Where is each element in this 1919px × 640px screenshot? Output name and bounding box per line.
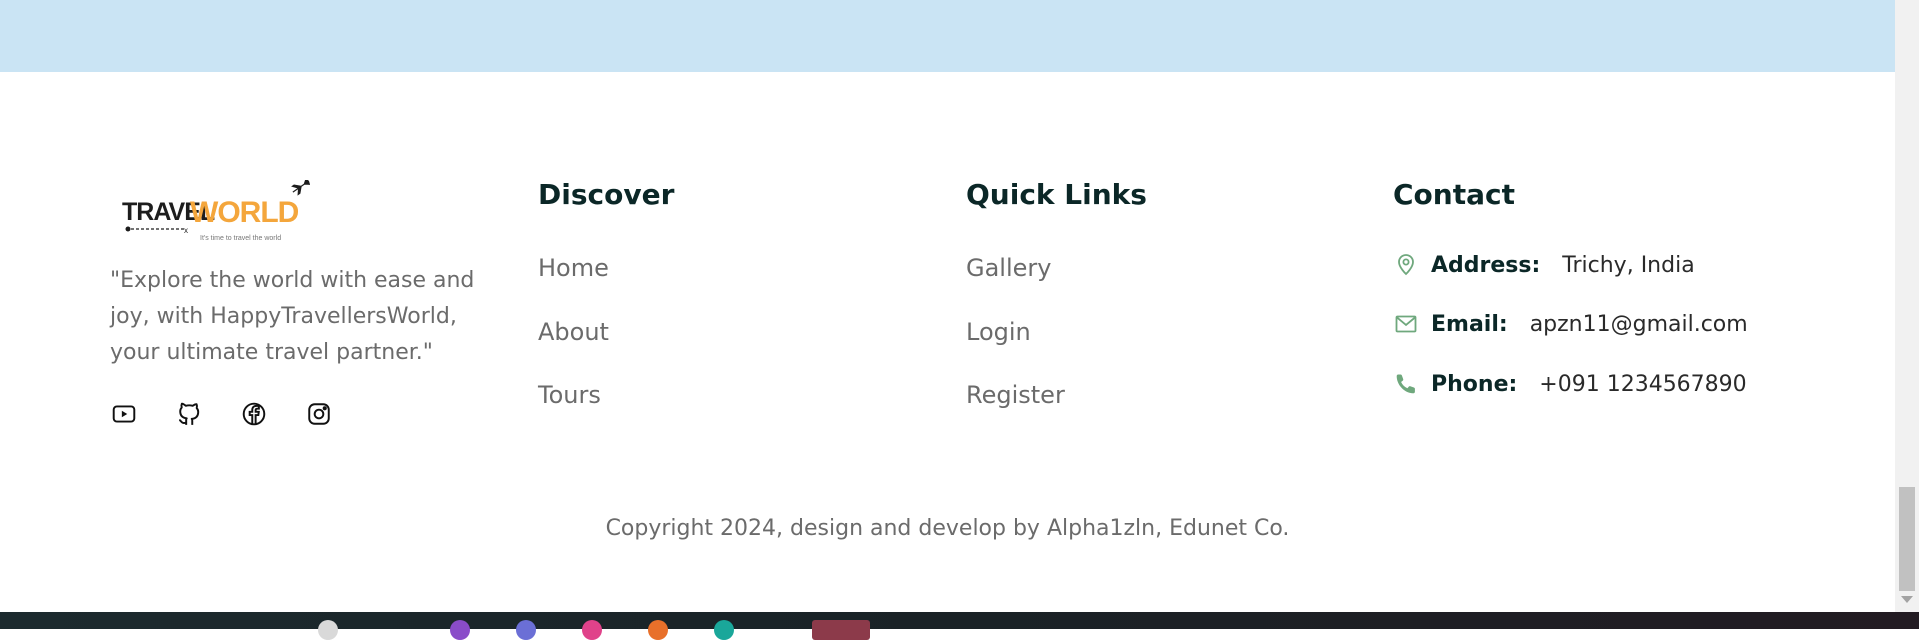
footer-link-tours[interactable]: Tours <box>538 381 601 409</box>
discover-heading: Discover <box>538 178 675 211</box>
taskbar-app-icon[interactable] <box>582 620 602 640</box>
footer-link-gallery[interactable]: Gallery <box>966 254 1051 282</box>
travelworld-logo[interactable]: TRAVEL WORLD x It's time to travel the w… <box>120 178 311 245</box>
map-pin-icon <box>1393 252 1419 278</box>
taskbar-app-icon[interactable] <box>812 620 870 640</box>
taskbar-app-icon[interactable] <box>516 620 536 640</box>
taskbar-app-icon[interactable] <box>648 620 668 640</box>
contact-email-row: Email: apzn11@gmail.com <box>1393 311 1748 337</box>
logo-subtext: It's time to travel the world <box>200 235 281 242</box>
os-taskbar <box>0 612 1919 640</box>
taskbar-app-icon[interactable] <box>450 620 470 640</box>
footer-tagline: "Explore the world with ease and joy, wi… <box>110 268 475 365</box>
page-scrollbar[interactable] <box>1895 0 1919 612</box>
top-section-band <box>0 0 1895 72</box>
phone-value[interactable]: +091 1234567890 <box>1539 372 1746 397</box>
facebook-icon[interactable] <box>240 400 267 427</box>
github-icon[interactable] <box>175 400 202 427</box>
airplane-icon <box>291 178 311 196</box>
scrollbar-thumb[interactable] <box>1899 487 1915 591</box>
address-value: Trichy, India <box>1562 252 1695 278</box>
footer-link-login[interactable]: Login <box>966 318 1031 346</box>
social-links <box>110 400 332 427</box>
quick-links-heading: Quick Links <box>966 178 1147 211</box>
svg-text:x: x <box>184 226 188 235</box>
mail-icon <box>1393 311 1419 337</box>
scroll-down-arrow-icon[interactable] <box>1901 596 1913 603</box>
email-value[interactable]: apzn11@gmail.com <box>1530 312 1748 337</box>
email-label: Email: <box>1431 311 1508 337</box>
address-label: Address: <box>1431 252 1541 278</box>
footer-copyright: Copyright 2024, design and develop by Al… <box>605 516 1290 541</box>
youtube-icon[interactable] <box>110 400 137 427</box>
phone-icon <box>1393 371 1419 397</box>
footer-link-register[interactable]: Register <box>966 381 1065 409</box>
contact-phone-row: Phone: +091 1234567890 <box>1393 371 1747 397</box>
taskbar-app-icon[interactable] <box>714 620 734 640</box>
instagram-icon[interactable] <box>305 400 332 427</box>
footer-link-about[interactable]: About <box>538 318 609 346</box>
footer-link-home[interactable]: Home <box>538 254 609 282</box>
taskbar-app-icon[interactable] <box>318 620 338 640</box>
phone-label: Phone: <box>1431 371 1518 397</box>
logo-text-world: WORLD <box>190 196 299 229</box>
contact-heading: Contact <box>1393 178 1515 211</box>
contact-address-row: Address: Trichy, India <box>1393 252 1695 278</box>
page-viewport: TRAVEL WORLD x It's time to travel the w… <box>0 0 1895 612</box>
